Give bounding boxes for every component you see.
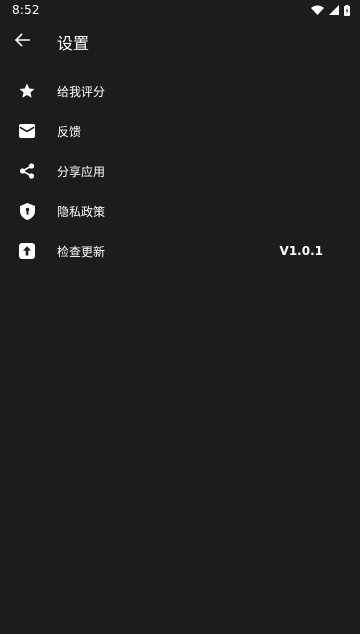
- page-title: 设置: [57, 34, 90, 53]
- envelope-icon: [17, 121, 37, 141]
- shield-icon: [17, 201, 37, 221]
- menu-item-rate[interactable]: 给我评分: [0, 71, 360, 111]
- back-button[interactable]: [10, 30, 34, 54]
- menu-item-label: 给我评分: [57, 84, 106, 99]
- status-bar: 8:52: [0, 0, 360, 20]
- menu-item-label: 分享应用: [57, 164, 106, 179]
- status-icons: [311, 4, 350, 16]
- star-icon: [17, 81, 37, 101]
- menu-item-label: 检查更新: [57, 244, 106, 259]
- menu-item-share[interactable]: 分享应用: [0, 151, 360, 191]
- wifi-icon: [311, 5, 324, 15]
- signal-icon: [329, 5, 339, 15]
- menu-item-check-update[interactable]: 检查更新 V1.0.1: [0, 231, 360, 271]
- app-bar: 设置: [0, 22, 360, 62]
- menu-item-privacy[interactable]: 隐私政策: [0, 191, 360, 231]
- version-label: V1.0.1: [279, 244, 323, 258]
- settings-menu: 给我评分 反馈 分享应用 隐私政策 检查更新 V1.0.1: [0, 71, 360, 271]
- menu-item-feedback[interactable]: 反馈: [0, 111, 360, 151]
- menu-item-label: 隐私政策: [57, 204, 106, 219]
- share-icon: [17, 161, 37, 181]
- battery-icon: [344, 4, 350, 16]
- arrow-left-icon: [14, 32, 30, 52]
- upload-icon: [17, 241, 37, 261]
- status-time: 8:52: [12, 3, 40, 17]
- menu-item-label: 反馈: [57, 124, 82, 139]
